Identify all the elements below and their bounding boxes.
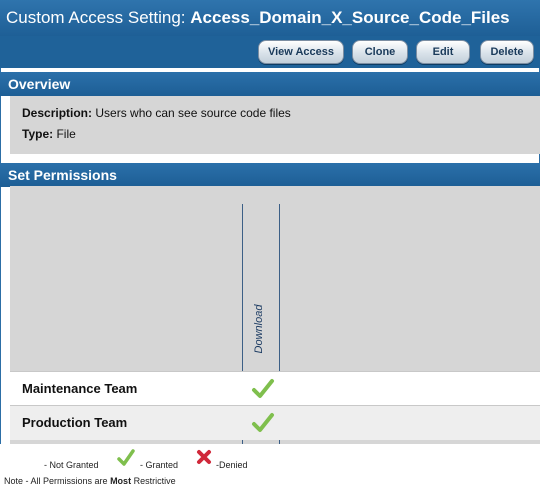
overview-panel: Description: Users who can see source co…: [10, 96, 540, 154]
type-value: File: [56, 127, 76, 141]
note-prefix: Note - All Permissions are: [4, 476, 108, 486]
team-label: Production Team: [22, 415, 128, 430]
permission-row: Production Team: [10, 405, 540, 440]
description-value: Users who can see source code files: [95, 106, 291, 120]
team-label: Maintenance Team: [22, 381, 138, 396]
description-line: Description: Users who can see source co…: [22, 106, 291, 120]
window-title: Custom Access Setting: Access_Domain_X_S…: [0, 0, 540, 36]
delete-button[interactable]: Delete: [480, 40, 534, 64]
granted-check-icon[interactable]: [250, 376, 276, 402]
legend-granted: - Granted: [140, 460, 179, 470]
granted-check-icon[interactable]: [250, 410, 276, 436]
legend-note: Note - All Permissions are Most Restrict…: [4, 476, 176, 486]
column-header-label: Download: [253, 304, 265, 354]
column-header-download: Download: [244, 294, 274, 364]
note-emphasis: Most: [110, 476, 132, 486]
description-label: Description:: [22, 106, 93, 120]
overview-heading: Overview: [0, 72, 540, 96]
edit-button[interactable]: Edit: [416, 40, 470, 64]
denied-x-icon: [197, 450, 211, 464]
legend-denied: -Denied: [216, 460, 248, 470]
toolbar: View Access Clone Edit Delete: [0, 36, 540, 68]
clone-button[interactable]: Clone: [352, 40, 408, 64]
note-suffix: Restrictive: [133, 476, 176, 486]
legend: - Not Granted - Granted -Denied Note - A…: [0, 444, 540, 496]
type-line: Type: File: [22, 127, 76, 141]
granted-check-icon: [117, 449, 135, 466]
permission-row: Maintenance Team: [10, 371, 540, 406]
set-permissions-heading: Set Permissions: [0, 163, 540, 187]
legend-not-granted: - Not Granted: [44, 460, 99, 470]
title-prefix: Custom Access Setting:: [6, 8, 186, 27]
access-setting-name: Access_Domain_X_Source_Code_Files: [190, 8, 510, 27]
view-access-button[interactable]: View Access: [258, 40, 344, 64]
type-label: Type:: [22, 127, 54, 141]
